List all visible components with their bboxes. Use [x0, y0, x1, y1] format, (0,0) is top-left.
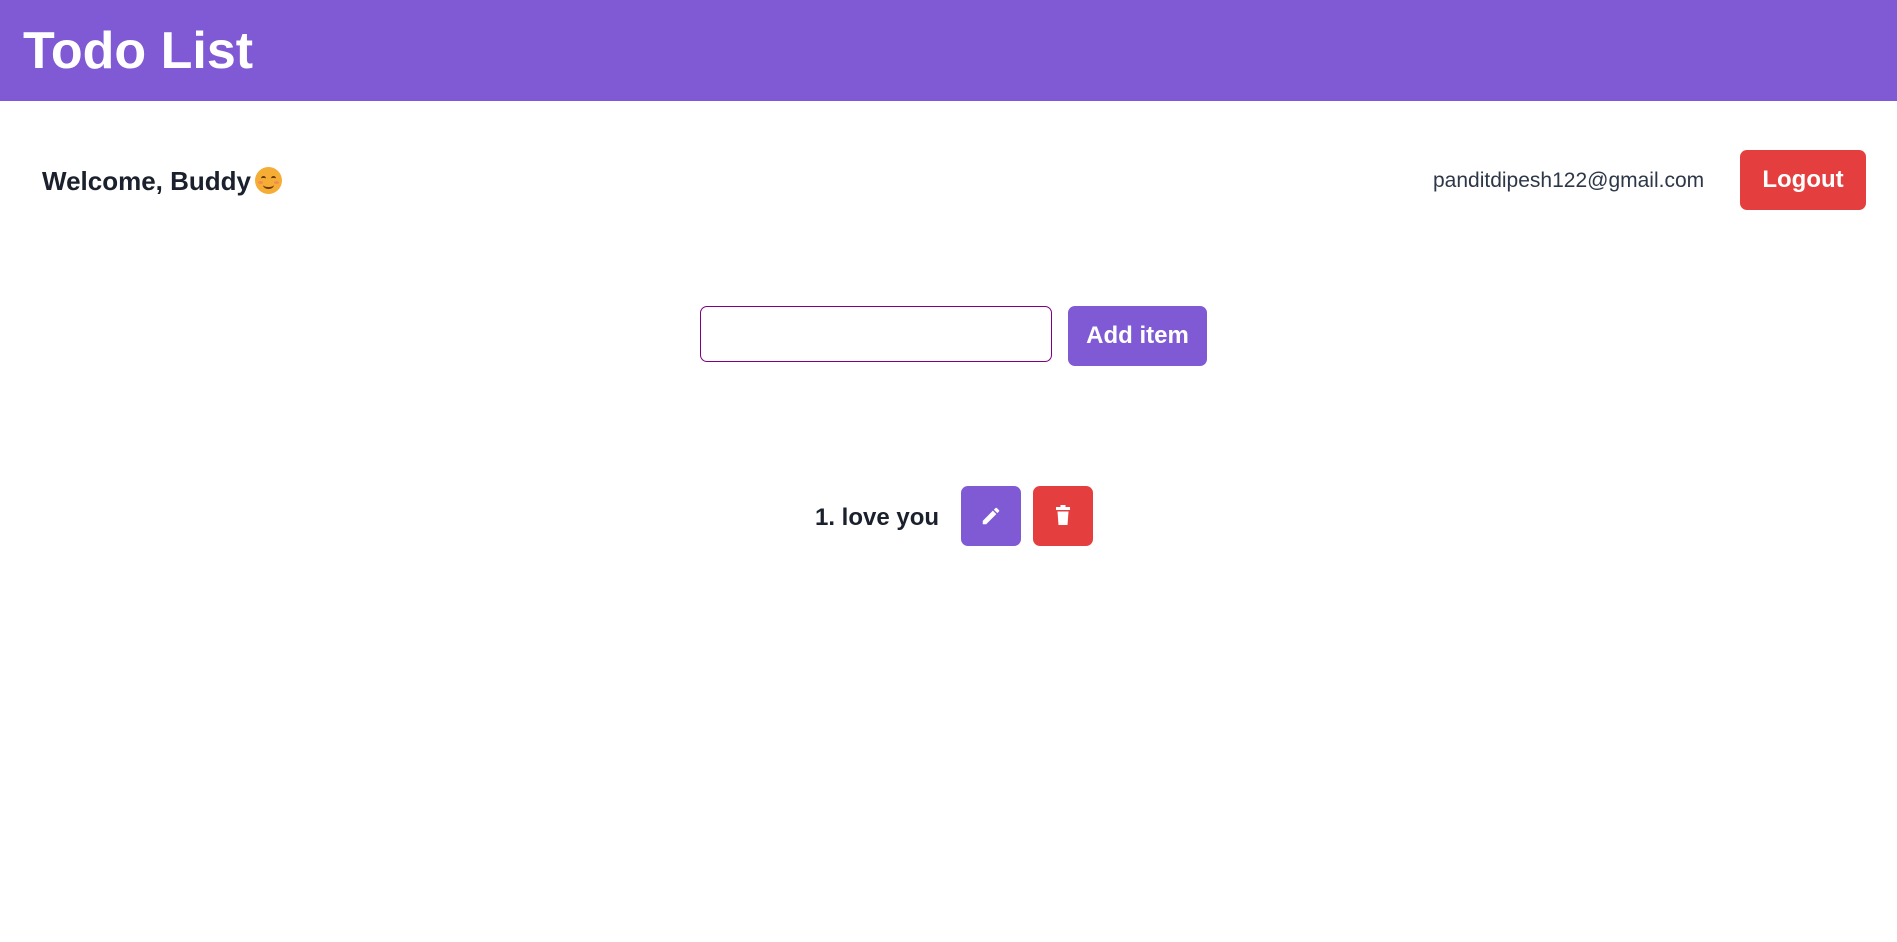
trash-icon	[1053, 505, 1073, 527]
todo-item-text: 1. love you	[815, 504, 940, 531]
delete-todo-button[interactable]	[1033, 486, 1093, 546]
welcome-message: Welcome, Buddy	[42, 163, 283, 199]
logout-button[interactable]: Logout	[1740, 150, 1866, 210]
app-header: Todo List	[0, 0, 1897, 101]
edit-todo-button[interactable]	[961, 486, 1021, 546]
user-email: panditdipesh122@gmail.com	[1433, 169, 1705, 192]
add-item-button[interactable]: Add item	[1068, 306, 1207, 366]
pencil-icon	[980, 505, 1002, 527]
smiling-face-icon	[255, 167, 283, 194]
welcome-text: Welcome, Buddy	[42, 166, 252, 196]
app-title: Todo List	[23, 22, 254, 80]
todo-input[interactable]	[700, 306, 1052, 362]
